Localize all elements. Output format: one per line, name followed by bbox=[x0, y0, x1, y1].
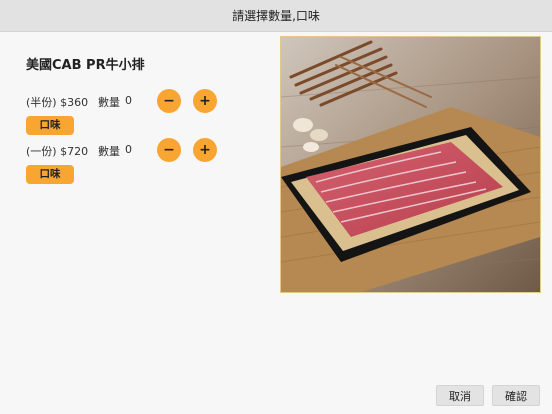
decrease-quantity-button[interactable]: − bbox=[157, 89, 181, 113]
confirm-button[interactable]: 確認 bbox=[492, 385, 540, 406]
flavor-button[interactable]: 口味 bbox=[26, 116, 74, 135]
increase-quantity-button[interactable]: + bbox=[193, 89, 217, 113]
quantity-label: 數量 bbox=[98, 145, 120, 158]
cancel-button[interactable]: 取消 bbox=[436, 385, 484, 406]
increase-quantity-button[interactable]: + bbox=[193, 138, 217, 162]
flavor-button[interactable]: 口味 bbox=[26, 165, 74, 184]
dialog-title: 請選擇數量,口味 bbox=[232, 9, 320, 23]
quantity-value: 0 bbox=[125, 143, 132, 156]
dialog-title-bar: 請選擇數量,口味 bbox=[0, 0, 552, 32]
product-image bbox=[280, 36, 541, 293]
quantity-label: 數量 bbox=[98, 96, 120, 109]
decrease-quantity-button[interactable]: − bbox=[157, 138, 181, 162]
option-price: (半份) $360 bbox=[26, 96, 89, 109]
product-name: 美國CAB PR牛小排 bbox=[26, 58, 145, 73]
option-row-full: (一份) $720 數量 0 − + bbox=[26, 138, 276, 162]
option-price: (一份) $720 bbox=[26, 145, 89, 158]
option-row-half: (半份) $360 數量 0 − + bbox=[26, 89, 276, 113]
quantity-value: 0 bbox=[125, 94, 132, 107]
